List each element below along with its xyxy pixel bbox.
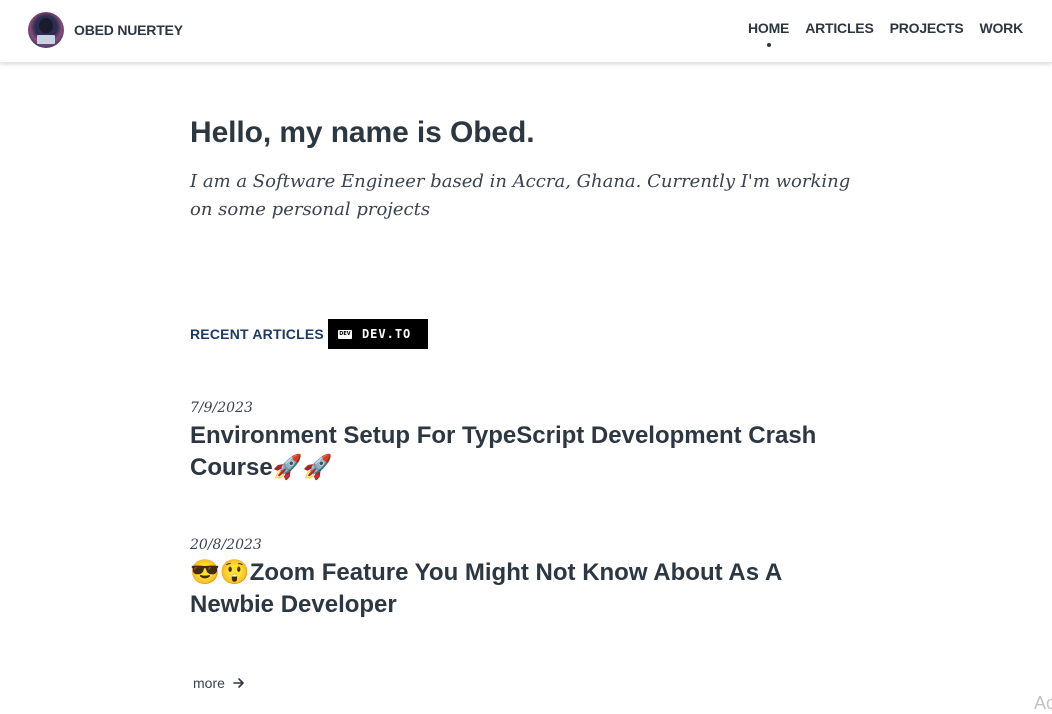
- nav-projects-label: PROJECTS: [889, 20, 964, 36]
- active-indicator-dot: [766, 43, 771, 47]
- recent-articles-label: RECENT ARTICLES: [190, 326, 324, 342]
- more-articles-link[interactable]: more: [193, 675, 246, 691]
- devto-badge[interactable]: DEV DEV.TO: [327, 319, 428, 349]
- brand-name: OBED NUERTEY: [74, 22, 183, 38]
- nav-work-label: WORK: [979, 20, 1023, 36]
- avatar-head: [39, 18, 53, 33]
- intro-title: Hello, my name is Obed.: [190, 116, 535, 149]
- arrow-right-icon: [233, 678, 244, 688]
- article-item: 7/9/2023 Environment Setup For TypeScrip…: [190, 400, 860, 484]
- nav-work[interactable]: WORK: [979, 20, 1023, 36]
- nav-projects[interactable]: PROJECTS: [890, 20, 964, 36]
- devto-badge-text: DEV.TO: [361, 327, 412, 341]
- site-header: OBED NUERTEY HOME ARTICLES PROJECTS WORK: [0, 0, 1052, 63]
- avatar-laptop: [37, 35, 55, 44]
- nav-articles[interactable]: ARTICLES: [805, 20, 874, 36]
- article-title-link[interactable]: Environment Setup For TypeScript Develop…: [190, 420, 860, 484]
- nav-articles-label: ARTICLES: [805, 20, 874, 36]
- nav-home[interactable]: HOME: [747, 20, 790, 47]
- nav-home-label: HOME: [747, 20, 790, 36]
- brand-link[interactable]: OBED NUERTEY: [28, 12, 183, 48]
- article-date: 20/8/2023: [190, 537, 262, 553]
- main-nav: HOME ARTICLES PROJECTS WORK: [747, 20, 1023, 47]
- intro-text: I am a Software Engineer based in Accra,…: [190, 171, 851, 220]
- more-label: more: [193, 675, 225, 691]
- activation-watermark: Act: [1033, 693, 1052, 713]
- avatar: [28, 12, 64, 48]
- recent-articles-header: RECENT ARTICLES DEV DEV.TO: [190, 319, 428, 349]
- devto-logo-icon: DEV: [337, 329, 352, 339]
- article-title-link[interactable]: 😎😲Zoom Feature You Might Not Know About …: [190, 557, 860, 621]
- article-item: 20/8/2023 😎😲Zoom Feature You Might Not K…: [190, 537, 860, 621]
- article-date: 7/9/2023: [190, 400, 253, 416]
